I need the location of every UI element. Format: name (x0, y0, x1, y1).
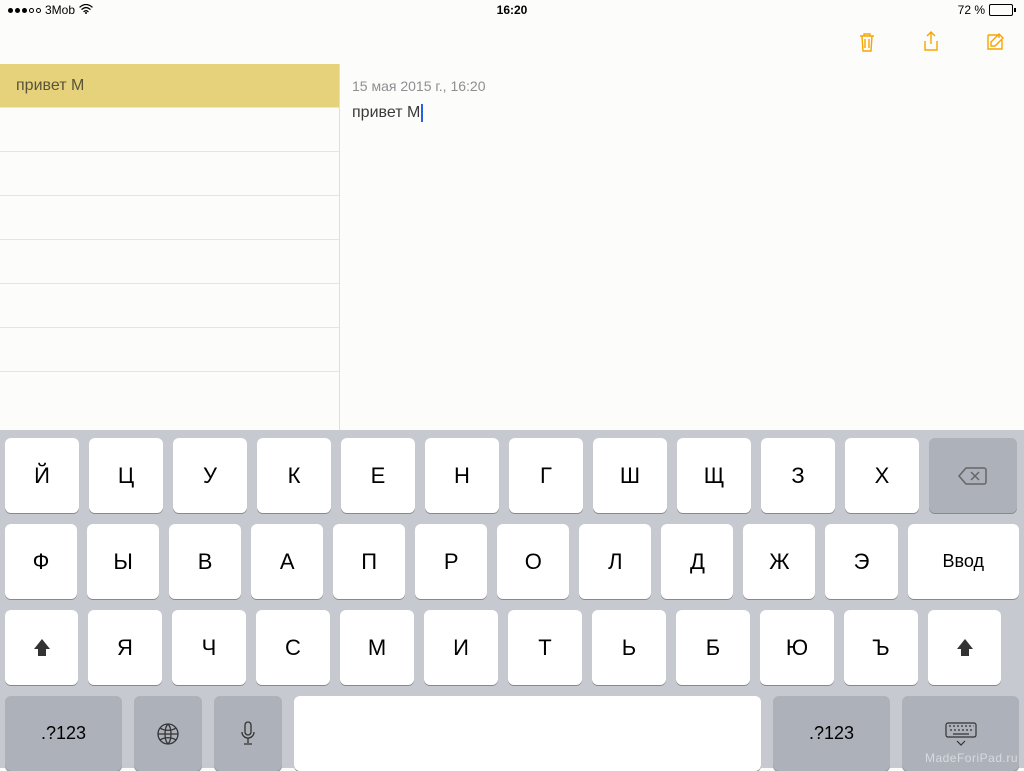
key-Ь[interactable]: Ь (592, 610, 666, 685)
clock: 16:20 (497, 3, 528, 17)
key-Ю[interactable]: Ю (760, 610, 834, 685)
note-list-title: привет М (16, 77, 84, 95)
key-У[interactable]: У (173, 438, 247, 513)
toolbar (0, 20, 1024, 64)
carrier-label: 3Mob (45, 3, 75, 17)
onscreen-keyboard: ЙЦУКЕНГШЩЗХ ФЫВАПРОЛДЖЭВвод ЯЧСМИТЬБЮЪ .… (0, 430, 1024, 768)
key-К[interactable]: К (257, 438, 331, 513)
status-bar: 3Mob 16:20 72 % (0, 0, 1024, 20)
key-Ф[interactable]: Ф (5, 524, 77, 599)
dictation-key[interactable] (214, 696, 282, 771)
empty-row (0, 152, 339, 196)
key-Ъ[interactable]: Ъ (844, 610, 918, 685)
note-date: 15 мая 2015 г., 16:20 (352, 78, 1012, 94)
empty-row (0, 284, 339, 328)
numbers-key-right[interactable]: .?123 (773, 696, 890, 771)
trash-icon[interactable] (856, 31, 878, 53)
compose-icon[interactable] (984, 31, 1006, 53)
key-Е[interactable]: Е (341, 438, 415, 513)
key-П[interactable]: П (333, 524, 405, 599)
key-А[interactable]: А (251, 524, 323, 599)
empty-row (0, 108, 339, 152)
shift-key[interactable] (5, 610, 78, 685)
key-В[interactable]: В (169, 524, 241, 599)
key-Х[interactable]: Х (845, 438, 919, 513)
backspace-key[interactable] (929, 438, 1017, 513)
enter-key[interactable]: Ввод (908, 524, 1019, 599)
shift-key[interactable] (928, 610, 1001, 685)
key-Ш[interactable]: Ш (593, 438, 667, 513)
key-О[interactable]: О (497, 524, 569, 599)
key-Г[interactable]: Г (509, 438, 583, 513)
note-body-text: привет М (352, 104, 420, 122)
note-body[interactable]: привет М (352, 104, 1012, 122)
notes-sidebar: привет М (0, 64, 340, 430)
key-Й[interactable]: Й (5, 438, 79, 513)
key-Д[interactable]: Д (661, 524, 733, 599)
key-Ц[interactable]: Ц (89, 438, 163, 513)
key-И[interactable]: И (424, 610, 498, 685)
signal-icon (8, 8, 41, 13)
key-Л[interactable]: Л (579, 524, 651, 599)
empty-row (0, 328, 339, 372)
globe-key[interactable] (134, 696, 202, 771)
key-С[interactable]: С (256, 610, 330, 685)
text-cursor (421, 104, 423, 122)
numbers-key[interactable]: .?123 (5, 696, 122, 771)
note-editor[interactable]: 15 мая 2015 г., 16:20 привет М (340, 64, 1024, 430)
key-Н[interactable]: Н (425, 438, 499, 513)
wifi-icon (79, 3, 93, 17)
hide-keyboard-key[interactable] (902, 696, 1019, 771)
space-key[interactable] (294, 696, 761, 771)
battery-icon (989, 4, 1016, 16)
key-Р[interactable]: Р (415, 524, 487, 599)
key-Т[interactable]: Т (508, 610, 582, 685)
key-Э[interactable]: Э (825, 524, 897, 599)
battery-text: 72 % (958, 3, 985, 17)
empty-row (0, 196, 339, 240)
key-Ж[interactable]: Ж (743, 524, 815, 599)
empty-row (0, 240, 339, 284)
note-list-item[interactable]: привет М (0, 64, 339, 108)
key-З[interactable]: З (761, 438, 835, 513)
key-Щ[interactable]: Щ (677, 438, 751, 513)
key-Я[interactable]: Я (88, 610, 162, 685)
key-Б[interactable]: Б (676, 610, 750, 685)
key-М[interactable]: М (340, 610, 414, 685)
key-Ч[interactable]: Ч (172, 610, 246, 685)
share-icon[interactable] (920, 31, 942, 53)
key-Ы[interactable]: Ы (87, 524, 159, 599)
